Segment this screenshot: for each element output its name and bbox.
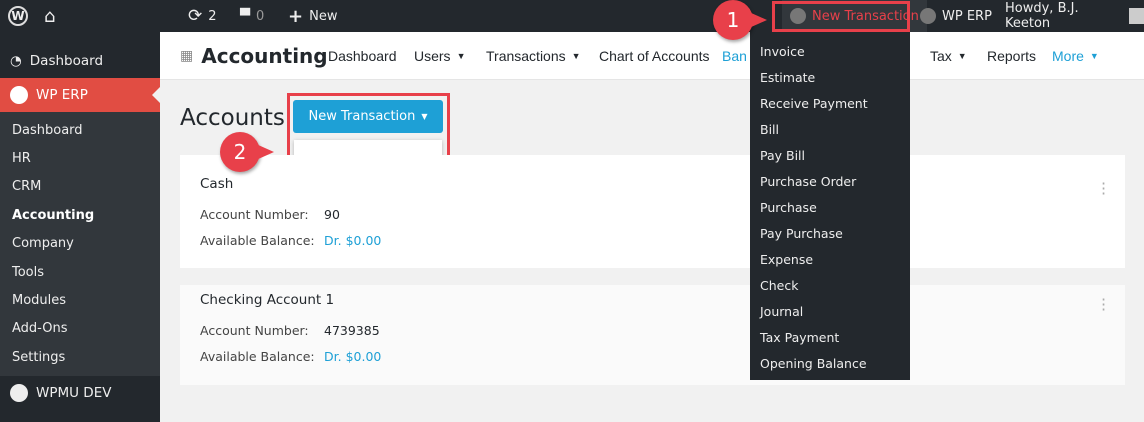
nav-label: Transactions [486, 48, 566, 64]
submenu-hr[interactable]: HR [0, 144, 160, 172]
menu-item-receive-payment[interactable]: Receive Payment [750, 90, 910, 116]
nav-label: Dashboard [328, 48, 397, 64]
account-menu[interactable]: Howdy, B.J. Keeton [1005, 0, 1144, 32]
erp-submenu: Dashboard HR CRM Accounting Company Tool… [0, 112, 160, 376]
menu-item-pay-purchase[interactable]: Pay Purchase [750, 220, 910, 246]
sidebar-label: WPMU DEV [36, 384, 112, 401]
submenu-accounting[interactable]: Accounting [0, 201, 160, 229]
balance-value: Dr. $0.00 [324, 233, 382, 248]
wordpress-logo-icon[interactable]: W [8, 0, 28, 32]
sidebar-label: WP ERP [36, 87, 88, 103]
comments-count: 0 [256, 8, 265, 24]
submenu-settings[interactable]: Settings [0, 343, 160, 371]
submenu-add-ons[interactable]: Add-Ons [0, 315, 160, 343]
nav-label: More [1052, 48, 1084, 64]
wpmu-icon [10, 383, 28, 402]
menu-item-purchase-order[interactable]: Purchase Order [750, 168, 910, 194]
submenu-crm[interactable]: CRM [0, 173, 160, 201]
sidebar-item-dashboard[interactable]: ◔ Dashboard [0, 44, 160, 78]
kebab-menu-icon[interactable]: · · · [1101, 292, 1106, 318]
account-number-label: Account Number: [200, 207, 309, 222]
submenu-modules[interactable]: Modules [0, 286, 160, 314]
refresh-icon: ⟳ [188, 6, 203, 26]
calculator-icon: ▦ [180, 48, 194, 64]
wp-erp-menu[interactable]: WP ERP [920, 0, 992, 32]
chevron-down-icon: ▼ [1089, 51, 1099, 61]
account-number: 90 [324, 207, 340, 222]
nav-label: Users [414, 48, 451, 64]
nav-reports[interactable]: Reports [987, 32, 1036, 80]
menu-item-pay-bill[interactable]: Pay Bill [750, 142, 910, 168]
nav-label: Chart of Accounts [599, 48, 710, 64]
new-transaction-dropdown: Invoice Estimate Receive Payment Bill Pa… [750, 32, 910, 380]
updates-count: 2 [208, 8, 217, 24]
account-name[interactable]: Cash [200, 176, 233, 192]
highlight-box [772, 1, 910, 32]
new-content-link[interactable]: + New [288, 0, 337, 32]
admin-sidebar: ◔ Dashboard WP ERP Dashboard HR CRM Accou… [0, 32, 160, 422]
wp-erp-label: WP ERP [942, 8, 992, 24]
sidebar-label: Dashboard [29, 53, 104, 69]
erp-icon [920, 8, 936, 24]
nav-dashboard[interactable]: Dashboard [328, 32, 397, 80]
callout-badge-2: 2 [220, 132, 274, 172]
admin-bar: W ⌂ ⟳ 2 ▀ 0 + New New Transaction WP ERP Ho… [0, 0, 1144, 32]
nav-label: Tax [930, 48, 952, 64]
nav-chart-of-accounts[interactable]: Chart of Accounts [599, 32, 710, 80]
nav-label: Ban [722, 48, 747, 64]
updates-link[interactable]: ⟳ 2 [188, 0, 217, 32]
nav-label: Reports [987, 48, 1037, 64]
submenu-dashboard[interactable]: Dashboard [0, 116, 160, 144]
dashboard-icon: ◔ [10, 53, 22, 69]
plus-icon: + [288, 5, 304, 27]
nav-more[interactable]: More ▼ [1052, 32, 1099, 80]
sidebar-item-wp-erp[interactable]: WP ERP [0, 78, 160, 112]
account-name[interactable]: Checking Account 1 [200, 292, 334, 308]
howdy-label: Howdy, B.J. Keeton [1005, 1, 1079, 31]
account-number: 4739385 [324, 323, 380, 338]
submenu-tools[interactable]: Tools [0, 258, 160, 286]
comments-link[interactable]: ▀ 0 [240, 0, 264, 32]
chevron-down-icon: ▼ [571, 51, 581, 61]
menu-item-expense[interactable]: Expense [750, 246, 910, 272]
submenu-company[interactable]: Company [0, 230, 160, 258]
account-card: Cash Account Number: 90 Available Balanc… [180, 155, 1125, 268]
comment-icon: ▀ [240, 8, 250, 24]
nav-transactions[interactable]: Transactions ▼ [486, 32, 581, 80]
home-icon[interactable]: ⌂ [44, 0, 55, 32]
menu-item-check[interactable]: Check [750, 272, 910, 298]
balance-label: Available Balance: [200, 349, 315, 364]
nav-tax[interactable]: Tax ▼ [930, 32, 967, 80]
accounting-header: ▦ Accounting Dashboard Users ▼ Transaction… [160, 32, 1144, 80]
menu-item-invoice[interactable]: Invoice [750, 38, 910, 64]
erp-icon [10, 86, 28, 104]
new-label: New [309, 8, 338, 24]
kebab-menu-icon[interactable]: · · · [1101, 176, 1106, 202]
avatar [1128, 8, 1144, 24]
menu-item-purchase[interactable]: Purchase [750, 194, 910, 220]
accounts-heading: Accounts [180, 105, 285, 131]
menu-item-opening-balance[interactable]: Opening Balance [750, 350, 910, 376]
sidebar-item-wpmu-dev[interactable]: WPMU DEV [0, 376, 160, 410]
chevron-down-icon: ▼ [957, 51, 967, 61]
menu-item-estimate[interactable]: Estimate [750, 64, 910, 90]
page-title: Accounting [201, 44, 328, 68]
nav-users[interactable]: Users ▼ [414, 32, 465, 80]
account-number-label: Account Number: [200, 323, 309, 338]
menu-item-tax-payment[interactable]: Tax Payment [750, 324, 910, 350]
menu-item-bill[interactable]: Bill [750, 116, 910, 142]
callout-badge-1: 1 [713, 0, 767, 40]
account-card: Checking Account 1 Account Number: 47393… [180, 285, 1125, 385]
balance-label: Available Balance: [200, 233, 315, 248]
menu-item-journal[interactable]: Journal [750, 298, 910, 324]
chevron-down-icon: ▼ [456, 51, 466, 61]
balance-value: Dr. $0.00 [324, 349, 382, 364]
